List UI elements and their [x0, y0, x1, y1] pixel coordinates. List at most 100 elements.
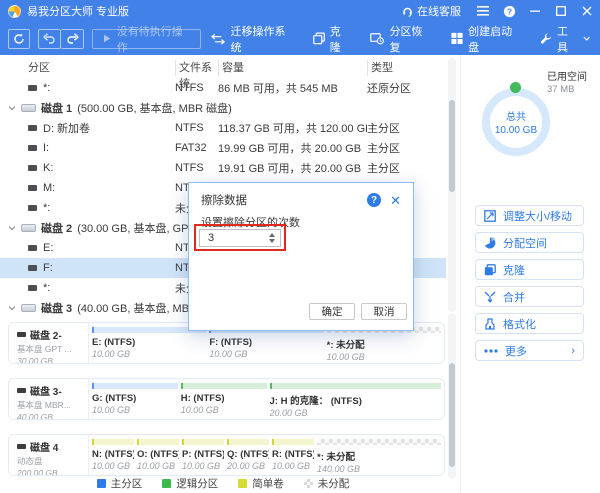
legend-primary-partition: 主分区	[96, 476, 142, 491]
online-support-button[interactable]: 在线客服	[393, 0, 470, 22]
close-button[interactable]	[574, 0, 600, 22]
dialog-close-icon[interactable]: ✕	[390, 194, 401, 207]
recovery-icon	[370, 33, 385, 45]
play-icon	[104, 34, 111, 43]
cancel-button[interactable]: 取消	[361, 303, 407, 320]
disk-map-panel: 磁盘 4 动态盘 200.00 GB N: (NTFS) 10.00 GB O:…	[8, 434, 445, 476]
legend-simple-volume: 简单卷	[238, 476, 284, 491]
partition-icon	[28, 125, 37, 131]
col-header-filesystem: 文件系统	[175, 60, 218, 90]
clone-sidebar-button[interactable]: 克隆	[475, 259, 584, 280]
chevron-down-icon	[8, 106, 16, 111]
disk-icon	[21, 304, 36, 312]
partition-block[interactable]: R: (NTFS) 10.00 GB	[272, 439, 314, 475]
disk-map-panel: 磁盘 3- 基本盘 MBR... 40.00 GB G: (NTFS) 10.0…	[8, 378, 445, 420]
partition-block[interactable]: E: (NTFS) 10.00 GB	[92, 327, 207, 363]
erase-data-dialog: 擦除数据 ? ✕ 设置擦除分区的次数 3 确定 取消	[188, 182, 414, 331]
partition-block[interactable]: H: (NTFS) 10.00 GB	[180, 383, 267, 419]
migrate-os-button[interactable]: 迁移操作系统	[201, 22, 302, 55]
col-header-capacity: 容量	[218, 60, 367, 76]
legend: 主分区 逻辑分区 简单卷 未分配	[0, 476, 446, 491]
disk-icon	[21, 224, 36, 232]
used-space-label: 已用空间	[547, 72, 587, 83]
total-value: 10.00 GB	[494, 125, 538, 136]
merge-button[interactable]: 合并	[475, 286, 584, 307]
app-title: 易我分区大师 专业版	[27, 6, 130, 18]
col-header-partition: 分区	[28, 62, 50, 74]
minimize-button[interactable]	[522, 0, 548, 22]
chevron-down-icon	[583, 36, 590, 41]
ellipsis-icon	[484, 348, 498, 353]
table-row-disk[interactable]: 磁盘 1 (500.00 GB, 基本盘, MBR 磁盘)	[0, 98, 446, 118]
menu-icon[interactable]	[470, 0, 496, 22]
allocate-space-button[interactable]: 分配空间	[475, 232, 584, 253]
partition-block[interactable]: J: H 的克隆： (NTFS) 20.00 GB	[269, 383, 441, 419]
table-row[interactable]: *: NTFS 86 MB 可用，共 545 MB 还原分区	[0, 78, 446, 98]
headset-icon	[403, 7, 412, 17]
disk-icon	[17, 444, 26, 449]
partition-block[interactable]: P: (NTFS) 10.00 GB	[182, 439, 224, 475]
partition-block[interactable]: G: (NTFS) 10.00 GB	[92, 383, 178, 419]
more-button[interactable]: 更多 ›	[475, 340, 584, 361]
grid-icon	[451, 32, 463, 44]
partition-block[interactable]: F: (NTFS) 10.00 GB	[209, 327, 324, 363]
app-logo-icon	[8, 4, 21, 18]
partition-icon	[28, 245, 37, 251]
unallocated-block[interactable]: *: 未分配 140.00 GB	[317, 439, 441, 475]
dialog-help-icon[interactable]: ?	[367, 193, 382, 207]
chevron-right-icon: ›	[571, 344, 575, 357]
partition-block[interactable]: O: (NTFS) 10.00 GB	[137, 439, 179, 475]
maximize-button[interactable]	[548, 0, 574, 22]
create-bootable-disk-button[interactable]: 创建启动盘	[441, 22, 530, 55]
col-header-type: 类型	[367, 60, 446, 76]
pie-icon	[485, 236, 496, 248]
partition-icon	[28, 265, 37, 271]
partition-block[interactable]: Q: (NTFS) 20.00 GB	[227, 439, 269, 475]
partition-recovery-button[interactable]: 分区恢复	[360, 22, 440, 55]
chevron-down-icon	[8, 306, 16, 311]
refresh-button[interactable]	[8, 28, 31, 49]
app-window: 易我分区大师 专业版 在线客服 ? 没有待执行操作 迁移操作系统 克隆 分区恢复…	[0, 0, 600, 493]
format-button[interactable]: 格式化	[475, 313, 584, 334]
legend-unallocated: 未分配	[303, 476, 349, 491]
table-row[interactable]: I: FAT32 19.99 GB 可用，共 20.00 GB 主分区	[0, 138, 446, 158]
panels-scrollbar[interactable]	[448, 313, 456, 479]
merge-icon	[484, 291, 496, 302]
scrollbar-thumb[interactable]	[449, 363, 455, 467]
clone-button[interactable]: 克隆	[303, 22, 361, 55]
ok-button[interactable]: 确定	[309, 303, 355, 320]
wrench-icon	[540, 33, 552, 44]
help-icon[interactable]: ?	[496, 0, 522, 22]
used-space-value: 37 MB	[547, 84, 575, 95]
logical-partition-swatch	[162, 479, 172, 488]
partition-icon	[28, 185, 37, 191]
undo-button[interactable]	[38, 28, 62, 49]
table-header: 分区 文件系统 容量 类型	[0, 58, 446, 90]
resize-move-button[interactable]: 调整大小/移动	[475, 205, 584, 226]
tools-button[interactable]: 工具	[530, 22, 600, 55]
table-row[interactable]: K: NTFS 19.91 GB 可用，共 20.00 GB 主分区	[0, 158, 446, 178]
partition-icon	[28, 205, 37, 211]
unallocated-swatch	[303, 479, 313, 488]
disk-icon	[17, 332, 26, 337]
redo-button[interactable]	[61, 28, 85, 49]
table-row[interactable]: D: 新加卷 NTFS 118.37 GB 可用，共 120.00 GB 主分区	[0, 118, 446, 138]
pending-operations-button[interactable]: 没有待执行操作	[92, 26, 202, 54]
scrollbar-thumb[interactable]	[449, 100, 455, 192]
partition-icon	[28, 285, 37, 291]
migrate-arrows-icon	[211, 33, 226, 45]
svg-text:?: ?	[506, 6, 511, 16]
partition-icon	[28, 85, 37, 91]
dialog-title: 擦除数据	[201, 195, 247, 207]
table-scrollbar[interactable]	[448, 58, 456, 312]
toolbar: 没有待执行操作 迁移操作系统 克隆 分区恢复 创建启动盘 工具	[0, 22, 600, 55]
unallocated-block[interactable]: *: 未分配 10.00 GB	[326, 327, 441, 363]
disk-icon	[21, 104, 36, 112]
clone-icon	[312, 32, 325, 45]
titlebar: 易我分区大师 专业版 在线客服 ?	[0, 0, 600, 22]
chevron-down-icon	[8, 226, 16, 231]
partition-block[interactable]: N: (NTFS) 10.00 GB	[92, 439, 134, 475]
primary-partition-swatch	[96, 479, 106, 488]
annotation-highlight-box	[194, 224, 286, 251]
partition-icon	[28, 165, 37, 171]
